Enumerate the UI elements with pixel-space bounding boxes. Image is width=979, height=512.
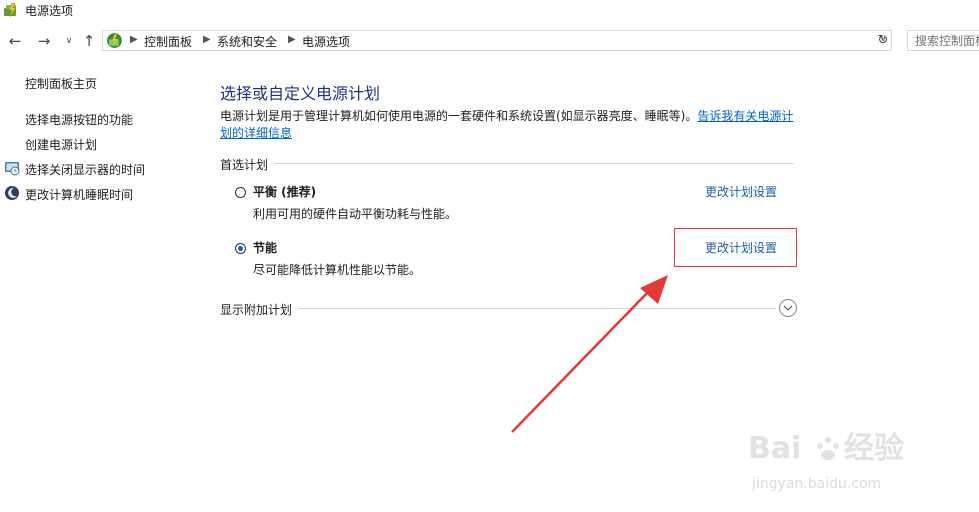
plan-name-power-saver[interactable]: 节能 [253, 239, 277, 256]
forward-button[interactable]: → [35, 32, 53, 50]
svg-text:Bai: Bai [748, 431, 801, 466]
description-text: 电源计划是用于管理计算机如何使用电源的一套硬件和系统设置(如显示器亮度、睡眠等)… [220, 109, 698, 123]
plan-desc-power-saver: 尽可能降低计算机性能以节能。 [253, 263, 422, 277]
breadcrumb-separator: ▶ [288, 34, 296, 45]
chevron-down-icon: ∨ [65, 36, 73, 46]
sidebar-home-link[interactable]: 控制面板主页 [25, 75, 97, 92]
power-options-icon [4, 2, 17, 18]
show-additional-plans-label[interactable]: 显示附加计划 [220, 301, 299, 318]
plan-description-text: 电源计划是用于管理计算机如何使用电源的一套硬件和系统设置(如显示器亮度、睡眠等)… [220, 108, 800, 142]
title-bar: 电源选项 [0, 0, 979, 24]
search-input[interactable] [908, 31, 979, 50]
up-button[interactable]: ↑ [80, 32, 98, 50]
breadcrumb-control-panel[interactable]: 控制面板 [144, 33, 192, 50]
page-title: 选择或自定义电源计划 [220, 84, 381, 103]
control-panel-icon [107, 33, 122, 48]
preferred-plans-divider [220, 163, 794, 164]
annotation-arrow-icon [511, 275, 668, 433]
baidu-watermark-logo-icon: Bai 经验 jingyan.baidu.com [748, 431, 904, 492]
breadcrumb-separator: ▶ [130, 34, 138, 45]
arrow-up-icon: ↑ [82, 32, 96, 50]
preferred-plans-label: 首选计划 [220, 156, 275, 173]
plan-name-balanced[interactable]: 平衡 (推荐) [253, 183, 316, 200]
recent-locations-button[interactable]: ∨ [60, 32, 78, 50]
refresh-icon: ↻ [877, 33, 889, 48]
window-title: 电源选项 [25, 4, 74, 18]
svg-text:jingyan.baidu.com: jingyan.baidu.com [751, 476, 881, 492]
address-bar[interactable]: ▶ 控制面板 ▶ 系统和安全 ▶ 电源选项 ∨ [102, 30, 892, 51]
annotation-highlight-box [674, 228, 797, 267]
sidebar-link-create-plan[interactable]: 创建电源计划 [25, 136, 97, 153]
chevron-down-icon [783, 305, 793, 311]
change-plan-settings-balanced[interactable]: 更改计划设置 [705, 183, 777, 200]
breadcrumb-system-security[interactable]: 系统和安全 [217, 33, 277, 50]
arrow-right-icon: → [37, 32, 51, 50]
breadcrumb-separator: ▶ [203, 34, 211, 45]
sidebar-link-sleep-time[interactable]: 更改计算机睡眠时间 [25, 186, 133, 203]
plan-desc-balanced: 利用可用的硬件自动平衡功耗与性能。 [253, 207, 458, 221]
sleep-moon-icon [5, 186, 19, 200]
back-button[interactable]: ← [6, 32, 24, 50]
additional-plans-divider [220, 308, 776, 309]
radio-balanced[interactable] [235, 187, 246, 198]
sidebar-link-power-button[interactable]: 选择电源按钮的功能 [25, 111, 133, 128]
svg-text:经验: 经验 [844, 431, 904, 466]
arrow-left-icon: ← [8, 32, 22, 50]
display-timer-icon [5, 162, 20, 176]
refresh-button[interactable]: ↻ [875, 30, 892, 51]
sidebar-link-display-off[interactable]: 选择关闭显示器的时间 [25, 161, 145, 178]
breadcrumb-power-options[interactable]: 电源选项 [302, 33, 350, 50]
expand-additional-plans-button[interactable] [779, 299, 797, 317]
search-box[interactable] [907, 30, 979, 51]
radio-power-saver[interactable] [235, 243, 246, 254]
